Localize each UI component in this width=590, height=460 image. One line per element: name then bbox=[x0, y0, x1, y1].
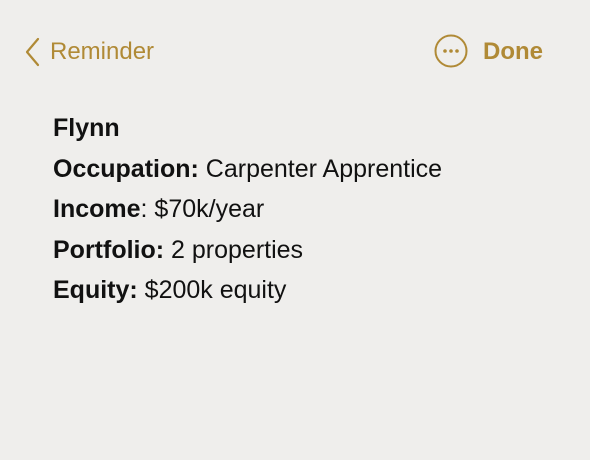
field-label: Occupation: bbox=[53, 154, 199, 183]
note-line-income: Income: $70k/year bbox=[53, 189, 563, 230]
ellipsis-circle-icon bbox=[434, 34, 468, 68]
back-button[interactable]: Reminder bbox=[24, 36, 154, 68]
note-line-equity: Equity: $200k equity bbox=[53, 270, 563, 311]
done-button[interactable]: Done bbox=[483, 36, 543, 68]
more-options-button[interactable] bbox=[434, 34, 468, 68]
field-value: 2 properties bbox=[164, 235, 304, 264]
note-body[interactable]: Flynn Occupation: Carpenter Apprentice I… bbox=[53, 108, 563, 311]
field-label: Portfolio: bbox=[53, 235, 165, 264]
note-line-occupation: Occupation: Carpenter Apprentice bbox=[53, 149, 563, 190]
back-button-label: Reminder bbox=[50, 38, 155, 65]
field-value: Carpenter Apprentice bbox=[198, 154, 443, 183]
field-value: $200k equity bbox=[137, 276, 287, 304]
note-line-portfolio: Portfolio: 2 properties bbox=[53, 230, 563, 271]
field-label: Equity: bbox=[53, 276, 138, 304]
field-value: : $70k/year bbox=[140, 195, 265, 223]
note-title: Flynn bbox=[53, 114, 120, 142]
navigation-bar: Reminder Done bbox=[0, 0, 590, 100]
chevron-left-icon bbox=[24, 37, 40, 67]
field-label: Income bbox=[53, 195, 141, 223]
